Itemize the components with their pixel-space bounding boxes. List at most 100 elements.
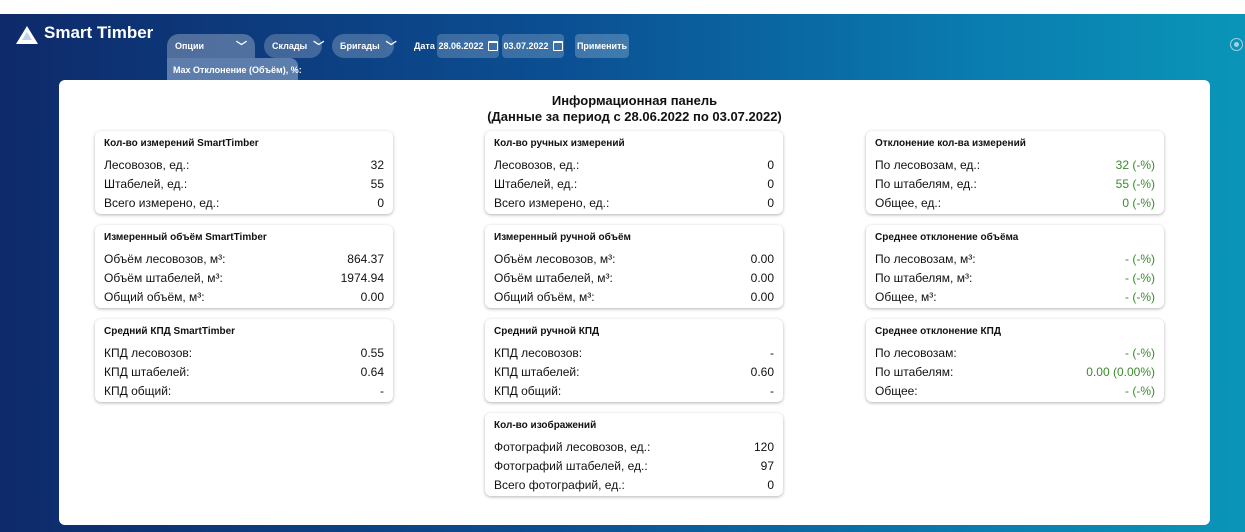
stat-row: По штабелям, ед.: 55 (-%) xyxy=(875,174,1155,193)
stat-value: 0 xyxy=(767,195,774,210)
stat-row: Объём штабелей, м³: 1974.94 xyxy=(104,268,384,287)
smarttimber-volume-card: Измеренный объём SmartTimber Объём лесов… xyxy=(95,225,393,308)
stat-row: По штабелям: 0.00 (0.00%) xyxy=(875,362,1155,381)
stat-row: Фотографий лесовозов, ед.: 120 xyxy=(494,437,774,456)
stat-value: 0.00 xyxy=(750,251,774,266)
stat-row: Общий объём, м³: 0.00 xyxy=(104,287,384,306)
panel-subtitle: (Данные за период с 28.06.2022 по 03.07.… xyxy=(487,109,782,124)
stat-label: Лесовозов, ед.: xyxy=(494,157,580,172)
volume-deviation-card: Среднее отклонение объёма По лесовозам, … xyxy=(866,225,1164,308)
manual-count-card: Кол-во ручных измерений Лесовозов, ед.: 0… xyxy=(485,131,783,214)
stat-row: КПД лесовозов: 0.55 xyxy=(104,343,384,362)
stat-value: 0 (-%) xyxy=(1122,195,1155,210)
stat-label: Всего фотографий, ед.: xyxy=(494,477,625,492)
stat-value: - (-%) xyxy=(1125,345,1155,360)
stat-value: 55 xyxy=(370,176,384,191)
stat-label: Общее, м³: xyxy=(875,289,937,304)
stat-label: Фотографий штабелей, ед.: xyxy=(494,458,648,473)
stat-row: По лесовозам: - (-%) xyxy=(875,343,1155,362)
stat-label: КПД общий: xyxy=(494,383,562,398)
stat-label: По штабелям: xyxy=(875,364,954,379)
stat-row: Объём лесовозов, м³: 864.37 xyxy=(104,249,384,268)
date-from-value: 28.06.2022 xyxy=(438,41,484,51)
stat-value: 0.00 xyxy=(360,289,384,304)
stat-label: КПД лесовозов: xyxy=(104,345,193,360)
efficiency-deviation-card: Среднее отклонение КПД По лесовозам: - (-… xyxy=(866,319,1164,402)
warehouses-dropdown[interactable]: Склады ﹀ xyxy=(264,34,325,58)
calendar-icon[interactable] xyxy=(552,41,563,51)
stat-row: Общее, ед.: 0 (-%) xyxy=(875,193,1155,212)
stat-label: По лесовозам, м³: xyxy=(875,251,976,266)
stat-row: Фотографий штабелей, ед.: 97 xyxy=(494,456,774,475)
options-label: Опции xyxy=(175,41,205,51)
apply-button[interactable]: Применить xyxy=(575,34,629,58)
stat-value: 864.37 xyxy=(347,251,384,266)
stat-row: По лесовозам, ед.: 32 (-%) xyxy=(875,155,1155,174)
warehouses-label: Склады xyxy=(272,41,308,51)
stat-value: 32 xyxy=(370,157,384,172)
date-to-value: 03.07.2022 xyxy=(503,41,549,51)
stat-label: По штабелям, м³: xyxy=(875,270,973,285)
stat-label: Штабелей, ед.: xyxy=(104,176,188,191)
stat-value: 1974.94 xyxy=(340,270,384,285)
date-to-picker[interactable]: 03.07.2022 xyxy=(502,34,564,58)
stat-value: - xyxy=(380,383,384,398)
manual-efficiency-card: Средний ручной КПД КПД лесовозов: - КПД ш… xyxy=(485,319,783,402)
card-title: Среднее отклонение КПД xyxy=(875,326,1001,337)
stat-label: КПД штабелей: xyxy=(494,364,580,379)
stat-value: - (-%) xyxy=(1125,289,1155,304)
options-dropdown[interactable]: Опции ﹀ xyxy=(167,34,255,58)
stat-value: 0.00 xyxy=(750,270,774,285)
date-label: Дата xyxy=(414,41,435,51)
stat-label: Штабелей, ед.: xyxy=(494,176,578,191)
teams-dropdown[interactable]: Бригады ﹀ xyxy=(332,34,397,58)
smarttimber-count-card: Кол-во измерений SmartTimber Лесовозов, … xyxy=(95,131,393,214)
stat-label: КПД общий: xyxy=(104,383,172,398)
date-from-picker[interactable]: 28.06.2022 xyxy=(437,34,499,58)
smart-timber-logo-icon xyxy=(16,26,38,44)
stat-row: По штабелям, м³: - (-%) xyxy=(875,268,1155,287)
stat-label: Объём лесовозов, м³: xyxy=(494,251,616,266)
stat-value: 0.64 xyxy=(360,364,384,379)
card-title: Измеренный объём SmartTimber xyxy=(104,232,267,243)
card-title: Средний ручной КПД xyxy=(494,326,600,337)
panel-title: Информационная панель xyxy=(551,93,718,108)
stat-value: - xyxy=(770,345,774,360)
stat-row: Общее, м³: - (-%) xyxy=(875,287,1155,306)
stat-row: КПД штабелей: 0.64 xyxy=(104,362,384,381)
stat-label: Всего измерено, ед.: xyxy=(104,195,220,210)
stat-row: Лесовозов, ед.: 0 xyxy=(494,155,774,174)
stat-value: 55 (-%) xyxy=(1115,176,1155,191)
stat-label: Объём штабелей, м³: xyxy=(494,270,613,285)
card-title: Кол-во изображений xyxy=(494,420,597,431)
stat-row: Штабелей, ед.: 0 xyxy=(494,174,774,193)
settings-icon[interactable] xyxy=(1230,38,1243,51)
stat-label: Общий объём, м³: xyxy=(494,289,595,304)
stat-value: 0 xyxy=(767,477,774,492)
stat-value: 0.00 xyxy=(750,289,774,304)
stat-row: По лесовозам, м³: - (-%) xyxy=(875,249,1155,268)
stat-row: КПД общий: - xyxy=(494,381,774,400)
stat-label: Лесовозов, ед.: xyxy=(104,157,190,172)
stat-row: Общее: - (-%) xyxy=(875,381,1155,400)
stat-value: - xyxy=(770,383,774,398)
card-title: Кол-во измерений SmartTimber xyxy=(104,138,259,149)
stat-value: 0.55 xyxy=(360,345,384,360)
stat-value: 0 xyxy=(767,157,774,172)
stat-row: Объём штабелей, м³: 0.00 xyxy=(494,268,774,287)
stat-label: Всего измерено, ед.: xyxy=(494,195,610,210)
stat-value: - (-%) xyxy=(1125,251,1155,266)
chevron-down-icon: ﹀ xyxy=(313,41,325,53)
smarttimber-efficiency-card: Средний КПД SmartTimber КПД лесовозов: 0.… xyxy=(95,319,393,402)
stat-row: КПД лесовозов: - xyxy=(494,343,774,362)
card-title: Кол-во ручных измерений xyxy=(494,138,625,149)
stat-row: КПД общий: - xyxy=(104,381,384,400)
stat-label: Общее: xyxy=(875,383,918,398)
card-title: Среднее отклонение объёма xyxy=(875,232,1019,243)
brand-name: Smart Timber xyxy=(44,23,154,42)
stat-row: Лесовозов, ед.: 32 xyxy=(104,155,384,174)
stat-row: КПД штабелей: 0.60 xyxy=(494,362,774,381)
info-panel: Информационная панель (Данные за период … xyxy=(59,80,1210,525)
stat-value: 0.00 (0.00%) xyxy=(1086,364,1155,379)
calendar-icon[interactable] xyxy=(487,41,498,51)
